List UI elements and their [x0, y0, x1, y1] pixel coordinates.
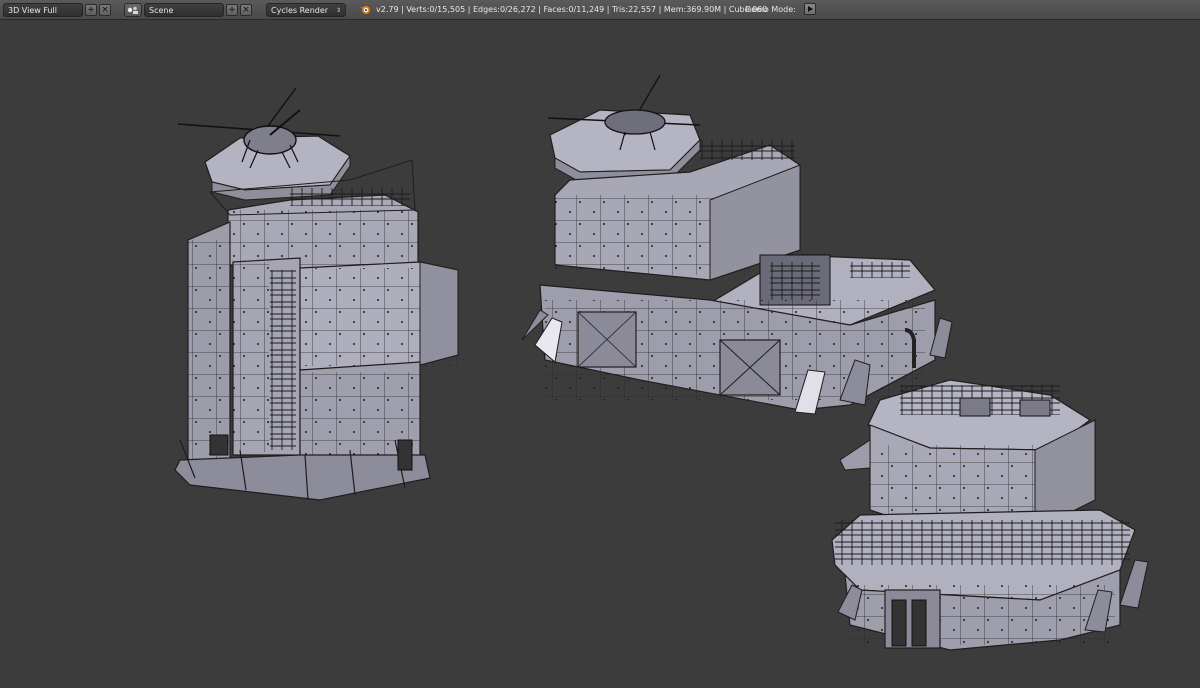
scene-group: Scene + × — [124, 3, 252, 17]
blender-logo-icon — [360, 6, 370, 14]
info-header: 3D View Full + × Scene + × Cycles Render… — [0, 0, 1200, 20]
delete-scene-button[interactable]: × — [240, 4, 252, 16]
plus-icon: + — [87, 4, 95, 15]
demo-mode-label: Demo Mode: — [745, 4, 796, 14]
x-icon: × — [101, 4, 109, 15]
scene-label: Scene — [149, 5, 174, 15]
render-engine-group: Cycles Render ⇕ — [266, 3, 346, 17]
add-screen-button[interactable]: + — [85, 4, 97, 16]
demo-mode-group: Demo Mode: — [745, 3, 816, 15]
screen-layout-dropdown[interactable]: 3D View Full — [3, 3, 83, 17]
scene-icon-glyph — [127, 6, 138, 14]
scene-statistics: v2.79 | Verts:0/15,505 | Edges:0/26,272 … — [376, 4, 768, 14]
x-icon: × — [242, 4, 250, 15]
right-building-mesh[interactable] — [831, 379, 1149, 651]
screen-layout-label: 3D View Full — [8, 5, 57, 15]
scene-dropdown[interactable]: Scene — [144, 3, 224, 17]
render-engine-label: Cycles Render — [271, 5, 329, 15]
render-engine-dropdown[interactable]: Cycles Render ⇕ — [266, 3, 346, 17]
left-tower-mesh[interactable] — [174, 87, 459, 501]
updown-arrows-icon: ⇕ — [335, 6, 341, 14]
stats-group: v2.79 | Verts:0/15,505 | Edges:0/26,272 … — [359, 3, 767, 15]
add-scene-button[interactable]: + — [226, 4, 238, 16]
demo-mode-play-button[interactable] — [803, 3, 816, 15]
viewport-scene — [174, 74, 1149, 651]
3d-viewport[interactable] — [0, 20, 1200, 684]
scene-icon[interactable] — [124, 3, 142, 17]
delete-screen-button[interactable]: × — [99, 4, 111, 16]
screen-layout-group: 3D View Full + × — [3, 3, 111, 17]
play-icon — [807, 6, 813, 12]
middle-building-mesh[interactable] — [521, 74, 953, 415]
plus-icon: + — [228, 4, 236, 15]
